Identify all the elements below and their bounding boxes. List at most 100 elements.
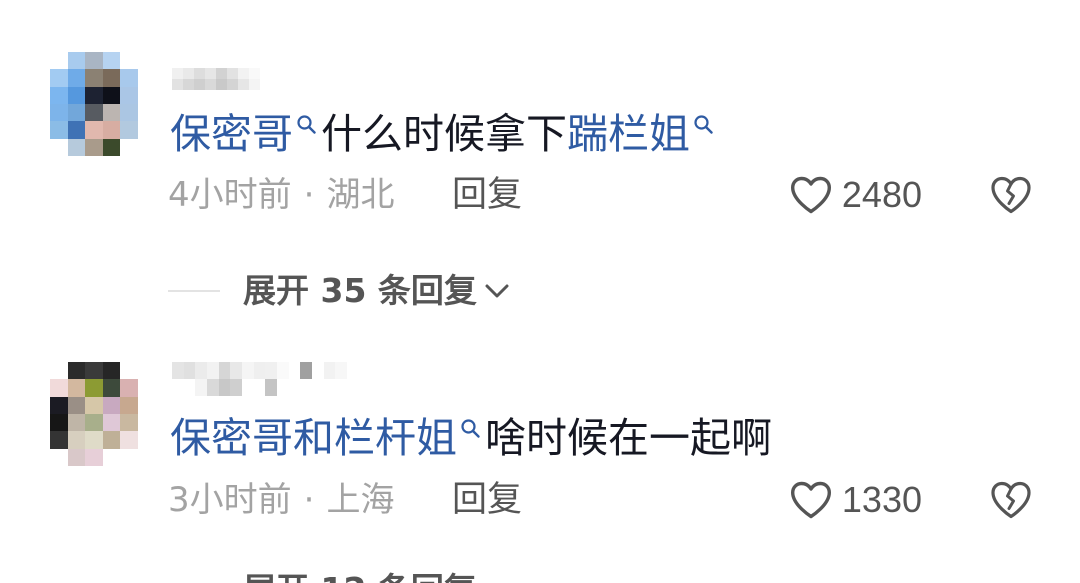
mosaic-pixel — [102, 69, 121, 87]
mosaic-pixel — [50, 69, 68, 87]
mosaic-pixel — [172, 79, 183, 90]
comment-text: 保密哥和栏杆姐 啥时候在一起啊 — [170, 414, 772, 462]
mosaic-pixel — [253, 362, 266, 379]
expand-replies-button[interactable]: 展开 35 条回复 — [243, 272, 510, 310]
replies-divider — [168, 290, 220, 292]
mosaic-pixel — [85, 138, 103, 156]
like-count: 2480 — [841, 174, 922, 215]
mosaic-pixel — [67, 121, 86, 139]
mosaic-pixel — [249, 79, 260, 90]
mosaic-pixel — [172, 68, 183, 79]
mosaic-pixel — [253, 379, 266, 396]
mosaic-pixel — [300, 362, 312, 379]
mosaic-pixel — [67, 448, 86, 466]
mosaic-pixel — [50, 448, 68, 466]
avatar[interactable] — [50, 52, 138, 156]
mosaic-pixel — [85, 431, 103, 449]
like-button[interactable]: 1330 — [789, 480, 922, 520]
mosaic-pixel — [195, 379, 207, 396]
chevron-down-icon — [485, 284, 509, 298]
username-blurred[interactable] — [172, 68, 260, 90]
keyword-link[interactable]: 保密哥 — [170, 110, 321, 158]
timestamp: 4小时前 — [168, 175, 292, 215]
mosaic-pixel — [67, 414, 86, 432]
mosaic-pixel — [120, 121, 138, 139]
mosaic-pixel — [120, 379, 138, 397]
mosaic-pixel — [183, 68, 194, 79]
mosaic-pixel — [85, 396, 103, 414]
username-blurred[interactable] — [172, 362, 347, 396]
mosaic-pixel — [50, 104, 68, 122]
mosaic-pixel — [102, 121, 121, 139]
mosaic-pixel — [102, 396, 121, 414]
mosaic-pixel — [323, 379, 336, 396]
mosaic-pixel — [238, 68, 249, 79]
dislike-button[interactable] — [990, 480, 1032, 520]
comment-body-text: 什么时候拿下 — [321, 110, 567, 158]
mosaic-pixel — [50, 121, 68, 139]
ip-location: 上海 — [326, 480, 395, 520]
keyword-link[interactable]: 踹栏姐 — [567, 110, 718, 158]
mosaic-pixel — [120, 448, 138, 466]
mosaic-pixel — [67, 104, 86, 122]
mosaic-pixel — [183, 379, 196, 396]
mosaic-pixel — [50, 414, 68, 432]
mosaic-pixel — [67, 69, 86, 87]
ip-location: 湖北 — [326, 175, 395, 215]
mosaic-pixel — [288, 362, 301, 379]
mosaic-pixel — [288, 379, 301, 396]
search-icon — [461, 419, 480, 438]
mosaic-pixel — [335, 379, 347, 396]
mosaic-pixel — [85, 379, 103, 397]
mosaic-pixel — [102, 431, 121, 449]
mosaic-pixel — [120, 52, 138, 70]
mosaic-pixel — [120, 69, 138, 87]
mosaic-pixel — [120, 86, 138, 104]
mosaic-pixel — [102, 138, 121, 156]
mosaic-pixel — [194, 68, 205, 79]
heart-outline-icon[interactable] — [789, 175, 833, 215]
mosaic-pixel — [205, 68, 216, 79]
mosaic-pixel — [172, 379, 184, 396]
avatar[interactable] — [50, 362, 138, 466]
expand-replies-button[interactable]: 展开 12 条回复 — [243, 570, 477, 583]
mosaic-pixel — [85, 86, 103, 104]
mosaic-pixel — [277, 379, 289, 396]
mosaic-pixel — [120, 138, 138, 156]
mosaic-pixel — [277, 362, 289, 379]
mosaic-pixel — [207, 379, 219, 396]
mosaic-pixel — [265, 379, 277, 396]
search-icon — [297, 115, 316, 134]
mosaic-pixel — [120, 431, 138, 449]
mosaic-pixel — [249, 68, 260, 79]
mosaic-pixel — [265, 362, 277, 379]
keyword-label: 踹栏姐 — [567, 110, 690, 158]
comment-meta: 4小时前 · 湖北 — [168, 176, 394, 214]
heart-outline-icon[interactable] — [789, 480, 833, 520]
meta-separator: · — [303, 175, 315, 215]
reply-button[interactable]: 回复 — [452, 481, 522, 519]
mosaic-pixel — [227, 79, 238, 90]
dislike-button[interactable] — [990, 175, 1032, 215]
mosaic-pixel — [218, 362, 231, 379]
keyword-link[interactable]: 保密哥和栏杆姐 — [170, 414, 485, 462]
broken-heart-icon[interactable] — [990, 480, 1032, 520]
mosaic-pixel — [120, 104, 138, 122]
mosaic-pixel — [230, 362, 242, 379]
mosaic-pixel — [120, 414, 138, 432]
mosaic-pixel — [238, 79, 249, 90]
mosaic-pixel — [207, 362, 219, 379]
mosaic-pixel — [230, 379, 242, 396]
broken-heart-icon[interactable] — [990, 175, 1032, 215]
mosaic-pixel — [85, 448, 103, 466]
reply-button[interactable]: 回复 — [452, 176, 522, 214]
mosaic-pixel — [50, 52, 68, 70]
mosaic-pixel — [102, 448, 121, 466]
mosaic-pixel — [102, 362, 121, 380]
expand-replies-label: 展开 35 条回复 — [243, 271, 477, 310]
like-count: 1330 — [841, 479, 922, 520]
mosaic-pixel — [242, 379, 254, 396]
mosaic-pixel — [50, 86, 68, 104]
like-button[interactable]: 2480 — [789, 175, 922, 215]
mosaic-pixel — [67, 52, 86, 70]
